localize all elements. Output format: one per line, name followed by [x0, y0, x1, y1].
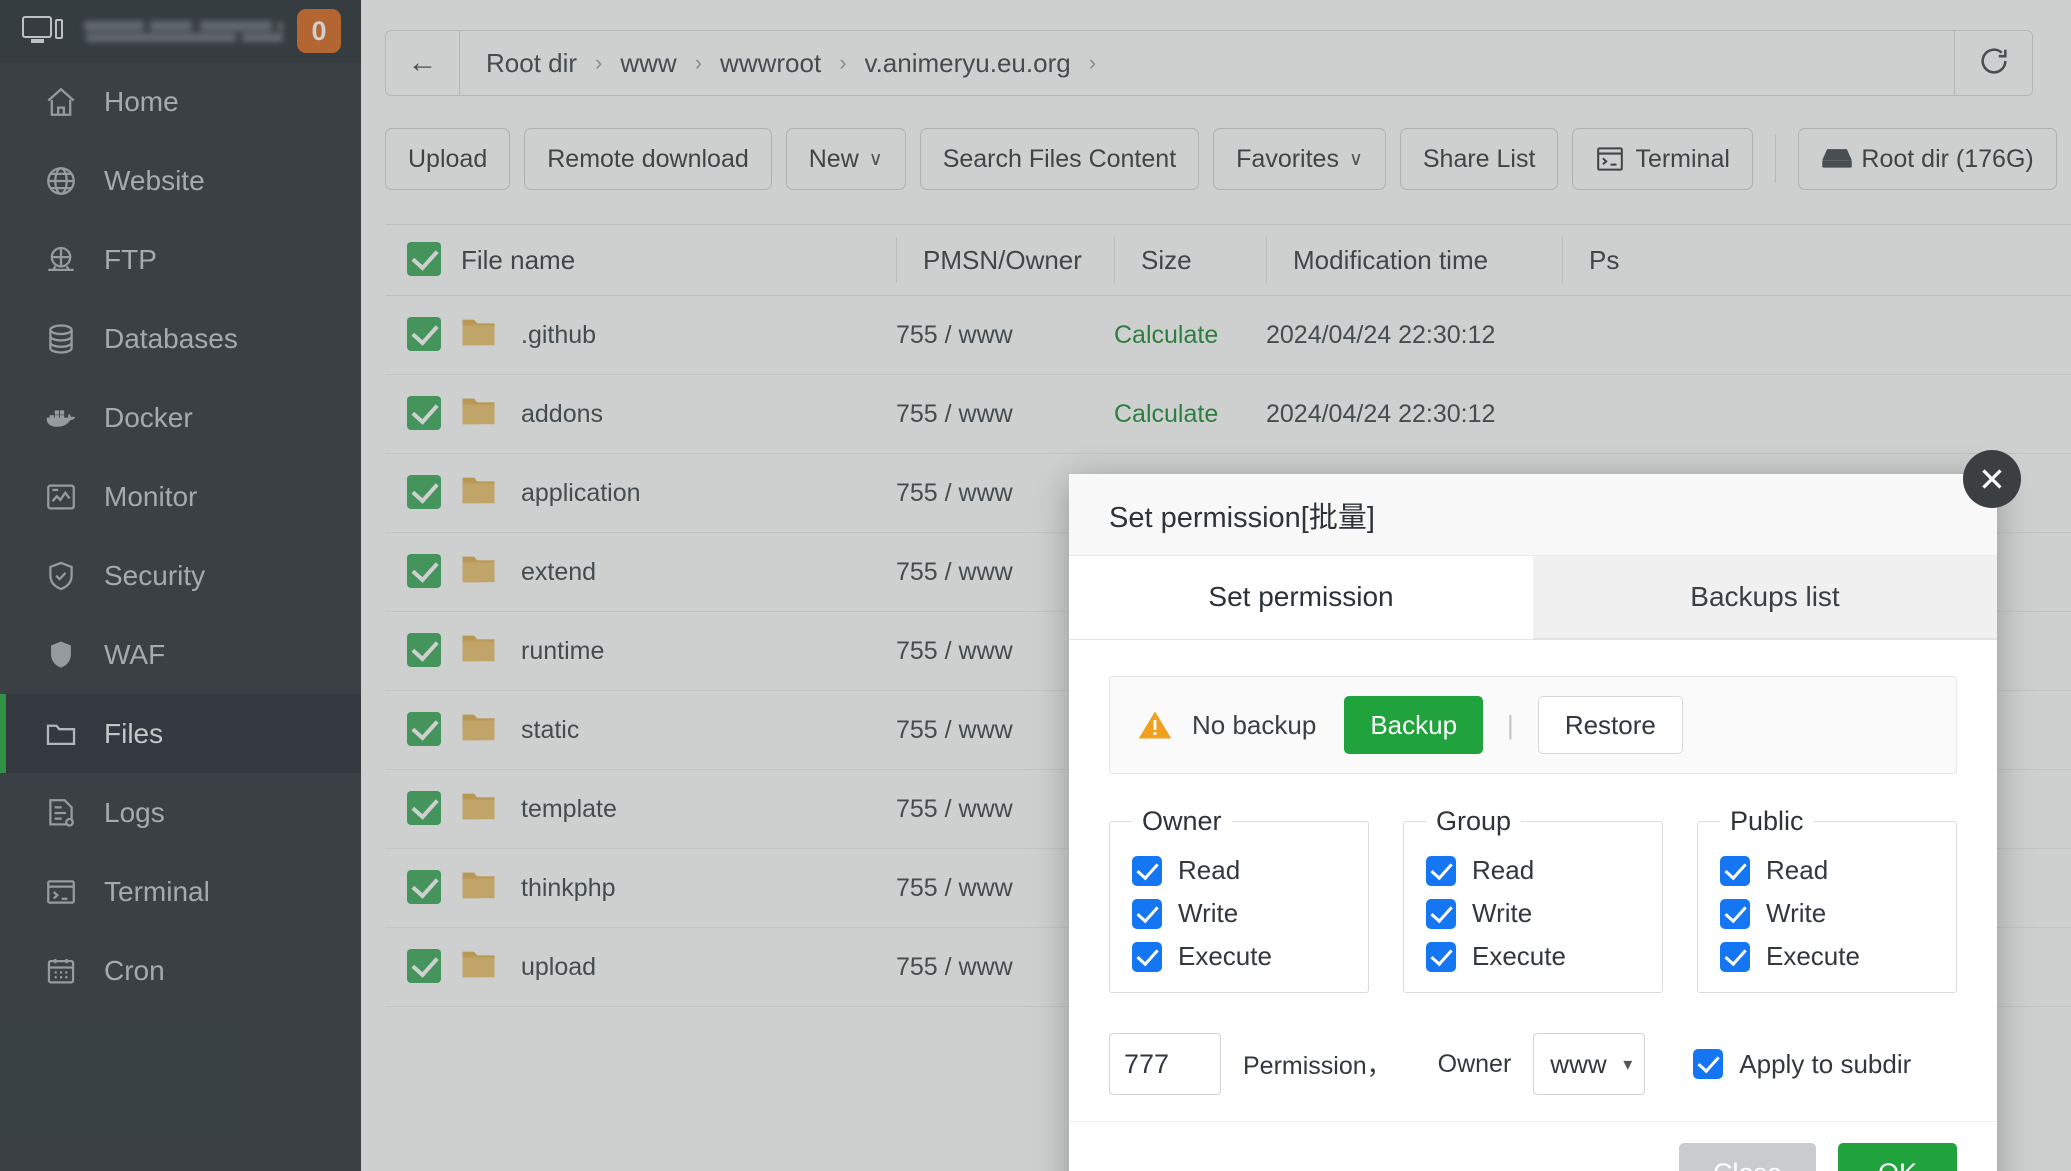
- checkbox-label: Write: [1472, 898, 1532, 929]
- checkbox-label: Read: [1178, 855, 1240, 886]
- public-execute-checkbox[interactable]: Execute: [1720, 941, 1934, 972]
- checkbox-label: Execute: [1472, 941, 1566, 972]
- checkbox-label: Read: [1472, 855, 1534, 886]
- public-write-checkbox[interactable]: Write: [1720, 898, 1934, 929]
- backup-status: No backup: [1192, 710, 1316, 741]
- apply-to-subdir-checkbox[interactable]: Apply to subdir: [1693, 1049, 1911, 1080]
- tab-backups-list[interactable]: Backups list: [1533, 556, 1997, 639]
- checkbox-label: Read: [1766, 855, 1828, 886]
- permission-group-public: Public Read Write Execute: [1697, 806, 1957, 993]
- checkbox-checked-icon: [1132, 942, 1162, 972]
- permission-input[interactable]: [1109, 1033, 1221, 1095]
- checkbox-label: Execute: [1766, 941, 1860, 972]
- dialog-footer: Close OK: [1069, 1121, 1997, 1171]
- owner-execute-checkbox[interactable]: Execute: [1132, 941, 1346, 972]
- group-execute-checkbox[interactable]: Execute: [1426, 941, 1640, 972]
- checkbox-checked-icon: [1720, 899, 1750, 929]
- permission-groups: Owner Read Write Execute Group Read Writ…: [1109, 806, 1957, 993]
- owner-select[interactable]: www ▾: [1533, 1033, 1645, 1095]
- group-legend: Public: [1720, 806, 1814, 837]
- chevron-down-icon: ▾: [1623, 1054, 1632, 1075]
- permission-label: Permission，: [1243, 1046, 1392, 1082]
- owner-write-checkbox[interactable]: Write: [1132, 898, 1346, 929]
- owner-select-value: www: [1550, 1049, 1606, 1080]
- backup-button[interactable]: Backup: [1344, 696, 1483, 754]
- checkbox-checked-icon: [1132, 856, 1162, 886]
- permission-value-row: Permission， Owner www ▾ Apply to subdir: [1109, 1033, 1957, 1095]
- close-button[interactable]: Close: [1679, 1143, 1816, 1171]
- checkbox-checked-icon: [1720, 856, 1750, 886]
- backup-separator: |: [1507, 710, 1514, 741]
- dialog-body: No backup Backup | Restore Owner Read Wr…: [1069, 640, 1997, 1121]
- checkbox-label: Write: [1766, 898, 1826, 929]
- permission-group-group: Group Read Write Execute: [1403, 806, 1663, 993]
- owner-label: Owner: [1438, 1050, 1512, 1079]
- checkbox-checked-icon: [1426, 856, 1456, 886]
- permission-group-owner: Owner Read Write Execute: [1109, 806, 1369, 993]
- group-legend: Owner: [1132, 806, 1232, 837]
- checkbox-label: Write: [1178, 898, 1238, 929]
- set-permission-dialog: Set permission[批量] Set permission Backup…: [1069, 474, 1997, 1171]
- group-write-checkbox[interactable]: Write: [1426, 898, 1640, 929]
- checkbox-checked-icon: [1426, 942, 1456, 972]
- public-read-checkbox[interactable]: Read: [1720, 855, 1934, 886]
- checkbox-checked-icon: [1720, 942, 1750, 972]
- ok-button[interactable]: OK: [1838, 1143, 1957, 1171]
- warning-triangle-icon: [1138, 710, 1172, 740]
- close-modal-button[interactable]: ✕: [1963, 450, 2021, 508]
- close-icon: ✕: [1978, 463, 2006, 496]
- dialog-tabs: Set permission Backups list: [1069, 556, 1997, 640]
- restore-button[interactable]: Restore: [1538, 696, 1683, 754]
- backup-bar: No backup Backup | Restore: [1109, 676, 1957, 774]
- group-legend: Group: [1426, 806, 1521, 837]
- checkbox-checked-icon: [1132, 899, 1162, 929]
- owner-read-checkbox[interactable]: Read: [1132, 855, 1346, 886]
- dialog-title: Set permission[批量]: [1069, 474, 1997, 556]
- tab-set-permission[interactable]: Set permission: [1069, 556, 1533, 639]
- group-read-checkbox[interactable]: Read: [1426, 855, 1640, 886]
- checkbox-label: Apply to subdir: [1739, 1049, 1911, 1080]
- checkbox-checked-icon: [1693, 1049, 1723, 1079]
- checkbox-checked-icon: [1426, 899, 1456, 929]
- checkbox-label: Execute: [1178, 941, 1272, 972]
